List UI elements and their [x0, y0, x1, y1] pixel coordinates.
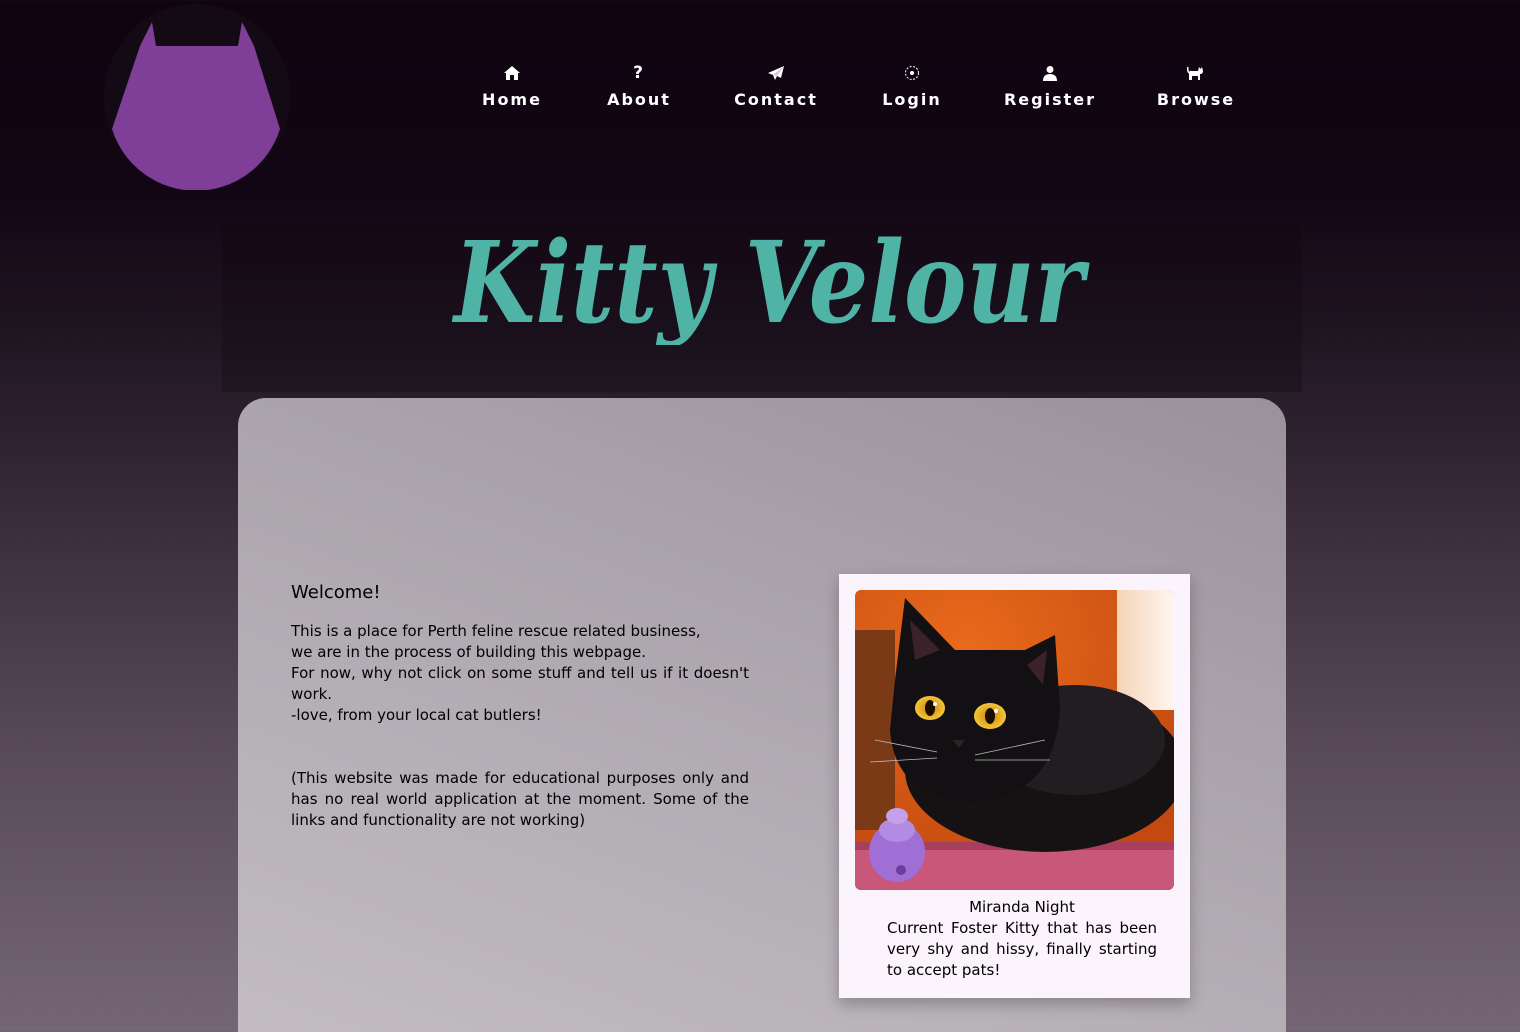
question-icon: ?: [633, 63, 645, 83]
disclaimer-text: (This website was made for educational p…: [291, 769, 749, 829]
nav-home-label: Home: [482, 90, 542, 109]
brand-wordmark: Kitty Velour: [451, 218, 1090, 349]
cat-head-logo-icon: [104, 4, 290, 191]
main-nav: Home ? About Contact Login Register Brow…: [450, 62, 1268, 109]
nav-login[interactable]: Login: [848, 62, 976, 109]
welcome-line-2: we are in the process of building this w…: [291, 643, 646, 661]
nav-register-label: Register: [1003, 90, 1097, 109]
welcome-heading: Welcome!: [291, 582, 381, 603]
paper-plane-icon: [767, 62, 785, 84]
cat-description: Current Foster Kitty that has been very …: [887, 919, 1157, 979]
svg-text:Kitty Velour: Kitty Velour: [452, 218, 1090, 345]
black-cat-photo: [855, 590, 1174, 890]
welcome-text: This is a place for Perth feline rescue …: [291, 621, 749, 726]
featured-cat-card: Miranda Night Current Foster Kitty that …: [839, 574, 1190, 998]
site-logo[interactable]: [104, 4, 290, 191]
welcome-line-3: For now, why not click on some stuff and…: [291, 664, 749, 703]
login-icon: [904, 62, 920, 84]
nav-browse[interactable]: Browse: [1124, 62, 1268, 109]
welcome-line-1: This is a place for Perth feline rescue …: [291, 622, 701, 640]
featured-cat-photo[interactable]: [855, 590, 1174, 890]
featured-cat-caption: Miranda Night Current Foster Kitty that …: [887, 897, 1157, 981]
welcome-section: Welcome! This is a place for Perth felin…: [291, 582, 749, 831]
user-icon: [1042, 62, 1058, 84]
nav-register[interactable]: Register: [976, 62, 1124, 109]
nav-about-label: About: [607, 90, 671, 109]
cat-name: Miranda Night: [969, 898, 1075, 916]
nav-contact-label: Contact: [734, 90, 818, 109]
nav-browse-label: Browse: [1156, 90, 1236, 109]
welcome-line-4: -love, from your local cat butlers!: [291, 706, 542, 724]
cat-icon: [1187, 62, 1205, 84]
nav-contact[interactable]: Contact: [704, 62, 848, 109]
brand-title: Kitty Velour: [451, 210, 1092, 349]
nav-login-label: Login: [882, 90, 942, 109]
nav-home[interactable]: Home: [450, 62, 574, 109]
home-icon: [503, 62, 521, 84]
nav-about[interactable]: ? About: [574, 62, 704, 109]
